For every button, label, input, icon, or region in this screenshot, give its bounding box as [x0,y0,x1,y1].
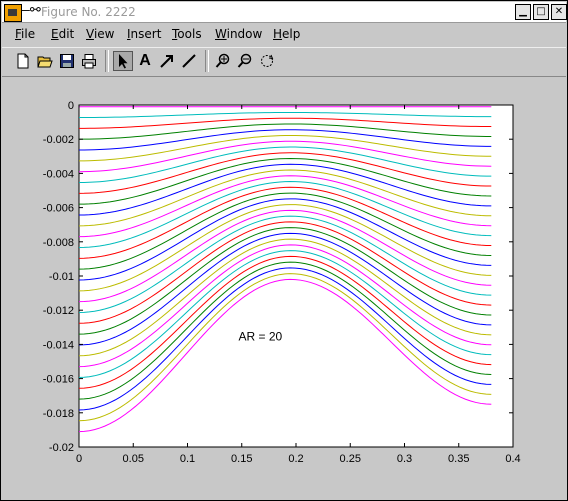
y-tick-label: -0.018 [43,408,74,420]
x-tick-label: 0.4 [505,453,520,465]
y-tick-label: -0.006 [43,203,74,215]
menu-edit[interactable]: Edit [51,27,74,41]
menu-help[interactable]: Help [273,27,300,41]
menu-tools[interactable]: Tools [172,27,202,41]
print-icon [82,54,96,69]
save-icon [60,54,74,68]
open-folder-icon [37,56,53,68]
x-tick-label: 0.25 [340,453,361,465]
y-tick-label: -0.014 [43,339,74,351]
x-tick-label: 0.2 [288,453,303,465]
y-tick-label: -0.012 [43,305,74,317]
x-tick-label: 0.15 [231,453,252,465]
maximize-icon: □ [536,6,546,17]
x-tick-label: 0.35 [448,453,469,465]
plot-svg[interactable]: 0 0.05 0.1 0.15 0.2 0.25 0.3 0.35 0.4 0 -0.002 -0.0… [2,77,566,498]
save-button[interactable] [57,51,77,71]
insert-line-icon [182,54,196,68]
close-icon: ✕ [554,6,564,17]
open-file-button[interactable] [35,51,55,71]
menu-view[interactable]: View [86,27,114,41]
new-file-icon [17,53,29,69]
insert-line-button[interactable] [179,51,199,71]
rotate-icon [261,54,274,67]
maximize-button[interactable]: □ [533,4,549,20]
y-tick-label: 0 [68,100,74,112]
menu-bar: File Edit View Insert Tools Window Help [2,23,566,45]
y-tick-label: -0.002 [43,134,74,146]
y-tick-label: -0.01 [49,271,74,283]
zoom-out-button[interactable] [235,51,255,71]
toolbar-separator [105,50,109,72]
y-tick-label: -0.004 [43,168,74,180]
x-tick-label: 0.3 [397,453,412,465]
axes-box[interactable] [78,104,514,448]
toolbar-separator [205,50,209,72]
x-tick-label: 0.05 [123,453,144,465]
insert-arrow-button[interactable] [157,51,177,71]
figure-window: —⚯ Figure No. 2222 ▁ □ ✕ File Edit View … [0,0,568,501]
window-menu-glyph[interactable]: —⚯ [22,3,41,18]
insert-text-icon: A [139,52,151,69]
new-figure-button[interactable] [13,51,33,71]
zoom-in-icon [215,53,230,68]
figure-toolbar: A [2,47,566,77]
minimize-button[interactable]: ▁ [515,4,531,20]
insert-arrow-icon [160,55,173,68]
print-button[interactable] [79,51,99,71]
rotate-3d-button[interactable] [257,51,277,71]
y-tick-label: -0.016 [43,374,74,386]
window-title: Figure No. 2222 [41,5,136,19]
annotation-ar: AR = 20 [238,330,282,344]
insert-text-button[interactable]: A [135,51,155,71]
edit-plot-button[interactable] [113,51,133,71]
x-tick-label: 0.1 [180,453,195,465]
x-tick-label: 0 [76,453,82,465]
figure-canvas[interactable]: 0 0.05 0.1 0.15 0.2 0.25 0.3 0.35 0.4 0 -0.002 -0.0… [2,77,566,498]
app-icon[interactable] [4,4,22,22]
menu-insert[interactable]: Insert [127,27,161,41]
zoom-in-button[interactable] [213,51,233,71]
y-tick-label: -0.008 [43,237,74,249]
title-bar[interactable]: —⚯ Figure No. 2222 ▁ □ ✕ [2,2,567,23]
zoom-out-icon [237,53,252,68]
menu-file[interactable]: File [15,27,35,41]
y-tick-label: -0.02 [49,442,74,454]
minimize-icon: ▁ [519,6,527,17]
menu-window[interactable]: Window [215,27,262,41]
select-arrow-icon [119,54,128,69]
close-button[interactable]: ✕ [551,4,567,20]
